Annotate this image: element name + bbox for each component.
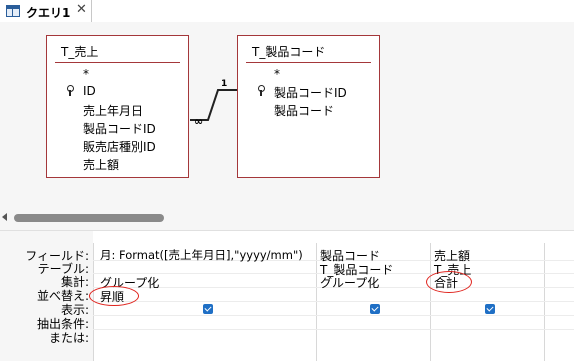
grid-row-divider (93, 329, 574, 330)
query-design-grid: フィールド: テーブル: 集計: 並べ替え: 表示: 抽出条件: または: 月:… (0, 230, 574, 361)
query-icon (6, 5, 20, 17)
tab-label: クエリ1 (26, 6, 71, 20)
grid-cell-field[interactable]: 月: Format([売上年月日],"yyyy/mm") (100, 247, 303, 263)
highlight-ring-total (426, 271, 472, 293)
relationship-line[interactable] (0, 22, 574, 222)
row-label-or: または: (48, 331, 89, 345)
relationship-many-label: ∞ (194, 115, 203, 128)
scrollbar-thumb[interactable] (14, 214, 164, 222)
document-tab-strip: クエリ1 ✕ (0, 0, 574, 22)
tab-query1[interactable]: クエリ1 ✕ (0, 0, 92, 22)
close-icon[interactable]: ✕ (76, 2, 87, 17)
grid-row-divider (93, 301, 574, 302)
show-checkbox[interactable] (370, 304, 380, 314)
show-checkbox[interactable] (485, 304, 495, 314)
grid-row-divider (93, 315, 574, 316)
relationship-one-label: 1 (221, 79, 228, 89)
grid-cell-total[interactable]: グループ化 (320, 274, 379, 291)
highlight-ring-sort (89, 286, 139, 306)
scroll-left-icon[interactable] (2, 213, 7, 221)
query-design-pane: T_売上 * ID 売上年月日 製品コードID 販売店種別ID 売上額 T_製品… (0, 22, 574, 232)
show-checkbox[interactable] (203, 304, 213, 314)
design-horizontal-scrollbar[interactable] (0, 210, 574, 226)
grid-row-labels: フィールド: テーブル: 集計: 並べ替え: 表示: 抽出条件: または: (0, 231, 93, 361)
